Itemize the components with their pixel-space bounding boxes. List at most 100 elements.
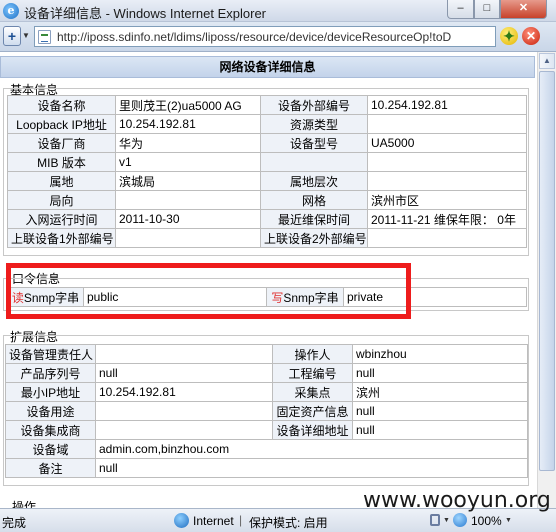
field-value: 2011-11-21 维保年限： 0年 [367, 209, 527, 229]
table-row: 设备用途 固定资产信息 null [5, 401, 528, 421]
status-text: 完成 [2, 516, 27, 530]
table-row: 设备集成商 设备详细地址 null [5, 420, 528, 440]
field-value [95, 420, 273, 440]
field-label: 设备域 [5, 439, 96, 459]
field-value [367, 228, 527, 248]
ie-logo-icon: e [3, 3, 19, 19]
page-icon [38, 30, 51, 44]
field-value: null [95, 458, 528, 478]
chevron-down-icon[interactable]: ▼ [443, 517, 450, 524]
operations-title: 操作 [12, 500, 37, 508]
minimize-button[interactable]: – [447, 0, 474, 19]
field-label: 设备集成商 [5, 420, 96, 440]
field-value: 里则茂王(2)ua5000 AG [115, 95, 261, 115]
field-label: 设备厂商 [7, 133, 116, 153]
field-label: 产品序列号 [5, 363, 96, 383]
field-label: 网格 [260, 190, 368, 210]
table-row: MIB 版本 v1 [7, 152, 527, 172]
scrollbar-thumb[interactable] [539, 71, 555, 471]
field-value: null [352, 420, 528, 440]
field-label: 属地层次 [260, 171, 368, 191]
back-forward-icon[interactable]: + [3, 26, 21, 46]
table-row: 最小IP地址 10.254.192.81 采集点 滨州 [5, 382, 528, 402]
field-label: 上联设备2外部编号 [260, 228, 368, 248]
close-button[interactable]: ✕ [500, 0, 547, 19]
title-bar: e 设备详细信息 - Windows Internet Explorer – □… [0, 0, 556, 22]
table-row: 产品序列号 null 工程编号 null [5, 363, 528, 383]
window-title: 设备详细信息 - Windows Internet Explorer [24, 6, 267, 21]
field-value: 10.254.192.81 [95, 382, 273, 402]
field-label: 备注 [5, 458, 96, 478]
field-label: 最近维保时间 [260, 209, 368, 229]
field-label: 采集点 [272, 382, 353, 402]
field-value: null [95, 363, 273, 383]
tools-icon[interactable] [430, 514, 440, 526]
field-label: 工程编号 [272, 363, 353, 383]
field-value: 10.254.192.81 [115, 114, 261, 134]
security-zone[interactable]: Internet [193, 514, 234, 528]
field-value: null [352, 363, 528, 383]
field-value: 2011-10-30 [115, 209, 261, 229]
field-label: 设备型号 [260, 133, 368, 153]
protected-mode-status[interactable]: 保护模式: 启用 [249, 514, 328, 531]
field-label: 属地 [7, 171, 116, 191]
maximize-button[interactable]: □ [474, 0, 500, 19]
zoom-level[interactable]: 100% [471, 514, 502, 528]
stop-icon[interactable]: ✕ [522, 27, 540, 45]
scroll-up-icon[interactable]: ▲ [539, 53, 555, 69]
chevron-down-icon[interactable]: ▼ [22, 31, 30, 40]
field-value: 滨州市区 [367, 190, 527, 210]
table-row: 上联设备1外部编号 上联设备2外部编号 [7, 228, 527, 248]
field-value: 10.254.192.81 [367, 95, 527, 115]
table-row: 设备名称 里则茂王(2)ua5000 AG 设备外部编号 10.254.192.81 [7, 95, 527, 115]
table-row: 局向 网格 滨州市区 [7, 190, 527, 210]
field-label: Loopback IP地址 [7, 114, 116, 134]
field-label: 设备名称 [7, 95, 116, 115]
field-label: MIB 版本 [7, 152, 116, 172]
url-text[interactable]: http://iposs.sdinfo.net/ldims/liposs/res… [57, 30, 493, 44]
page-content: 网络设备详细信息 基本信息 设备名称 里则茂王(2)ua5000 AG 设备外部编号… [0, 52, 537, 508]
field-label: 资源类型 [260, 114, 368, 134]
field-value: admin.com,binzhou.com [95, 439, 528, 459]
table-row: 入网运行时间 2011-10-30 最近维保时间 2011-11-21 维保年限： 0… [7, 209, 527, 229]
table-row: 设备厂商 华为 设备型号 UA5000 [7, 133, 527, 153]
field-value: UA5000 [367, 133, 527, 153]
table-row: 属地 滨城局 属地层次 [7, 171, 527, 191]
field-label [260, 152, 368, 172]
field-value: wbinzhou [352, 344, 528, 364]
field-label: 上联设备1外部编号 [7, 228, 116, 248]
field-value: null [352, 401, 528, 421]
field-value: 华为 [115, 133, 261, 153]
field-label: 入网运行时间 [7, 209, 116, 229]
extended-info-table: 设备管理责任人 操作人 wbinzhou 产品序列号 null 工程编号 null 最小IP地… [5, 344, 528, 478]
vertical-scrollbar[interactable]: ▲ [537, 52, 556, 508]
zoom-icon[interactable] [453, 513, 467, 527]
status-separator: | [239, 513, 243, 527]
field-value [367, 114, 527, 134]
table-row: 备注 null [5, 458, 528, 478]
highlight-box [6, 263, 411, 319]
field-label: 最小IP地址 [5, 382, 96, 402]
table-row: 设备管理责任人 操作人 wbinzhou [5, 344, 528, 364]
address-toolbar: + ▼ http://iposs.sdinfo.net/ldims/liposs… [0, 22, 556, 52]
field-label: 设备管理责任人 [5, 344, 96, 364]
field-label: 设备详细地址 [272, 420, 353, 440]
field-value: 滨城局 [115, 171, 261, 191]
field-value [95, 401, 273, 421]
field-value [115, 190, 261, 210]
field-value [95, 344, 273, 364]
page-title: 网络设备详细信息 [0, 56, 535, 78]
field-label: 局向 [7, 190, 116, 210]
field-value [115, 228, 261, 248]
field-value [367, 171, 527, 191]
chevron-down-icon[interactable]: ▼ [505, 517, 512, 524]
field-value [367, 152, 527, 172]
table-row: 设备域 admin.com,binzhou.com [5, 439, 528, 459]
address-field[interactable]: http://iposs.sdinfo.net/ldims/liposs/res… [34, 26, 496, 47]
field-label: 操作人 [272, 344, 353, 364]
compatibility-view-icon[interactable]: ✦ [500, 27, 518, 45]
watermark: www.wooyun.org [363, 488, 551, 513]
basic-info-table: 设备名称 里则茂王(2)ua5000 AG 设备外部编号 10.254.192.81 L… [7, 95, 527, 248]
table-row: Loopback IP地址 10.254.192.81 资源类型 [7, 114, 527, 134]
field-label: 固定资产信息 [272, 401, 353, 421]
